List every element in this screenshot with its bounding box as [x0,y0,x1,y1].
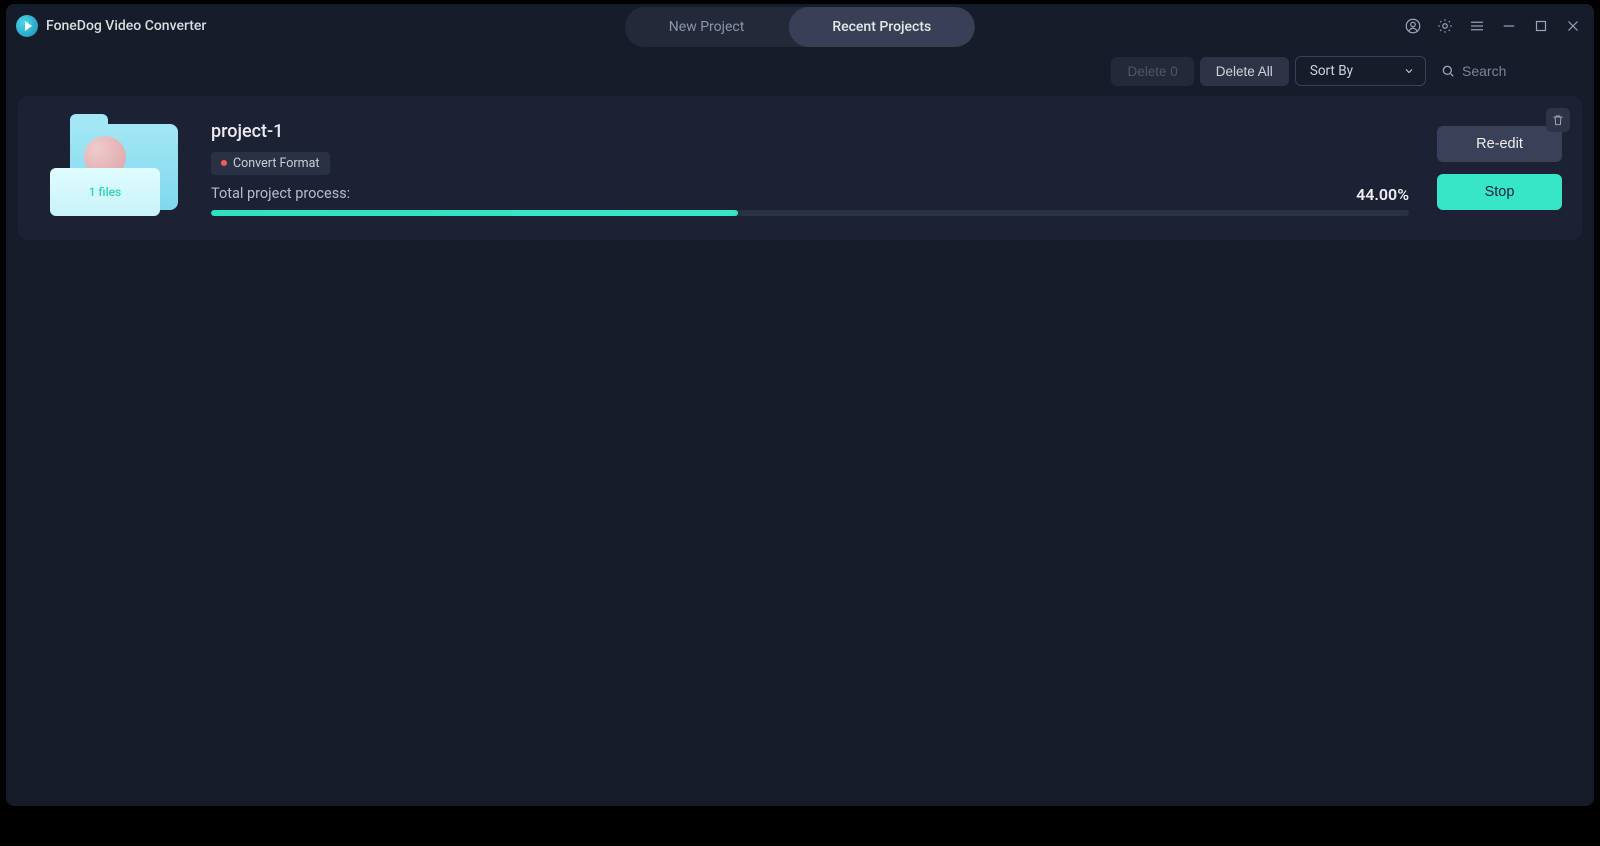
app-logo [16,15,38,37]
search-field[interactable] [1432,57,1582,85]
project-tabs: New Project Recent Projects [625,7,975,47]
menu-icon[interactable] [1466,15,1488,37]
sort-by-dropdown[interactable]: Sort By [1295,56,1426,86]
sort-by-label: Sort By [1310,63,1353,79]
tab-recent-projects[interactable]: Recent Projects [788,7,975,47]
progress-percent: 44.00% [1356,185,1409,204]
progress-bar [211,210,1409,216]
files-count-badge: 1 files [50,168,160,216]
close-icon[interactable] [1562,15,1584,37]
project-thumbnail: 1 files [48,118,183,218]
project-type-label: Convert Format [233,156,320,171]
settings-icon[interactable] [1434,15,1456,37]
re-edit-button[interactable]: Re-edit [1437,126,1562,162]
project-name: project-1 [211,121,1409,142]
delete-project-button[interactable] [1546,108,1570,132]
project-type-tag: Convert Format [211,152,330,175]
account-icon[interactable] [1402,15,1424,37]
app-title: FoneDog Video Converter [46,18,206,34]
status-dot-icon [221,160,227,166]
stop-button[interactable]: Stop [1437,174,1562,210]
progress-label: Total project process: [211,185,350,204]
delete-all-button[interactable]: Delete All [1200,57,1289,86]
chevron-down-icon [1403,65,1415,77]
search-icon [1440,63,1456,79]
minimize-icon[interactable] [1498,15,1520,37]
project-card: 1 files project-1 Convert Format Total p… [18,96,1582,240]
maximize-icon[interactable] [1530,15,1552,37]
tab-new-project[interactable]: New Project [625,7,789,47]
search-input[interactable] [1462,63,1562,79]
delete-selected-button: Delete 0 [1111,57,1193,86]
